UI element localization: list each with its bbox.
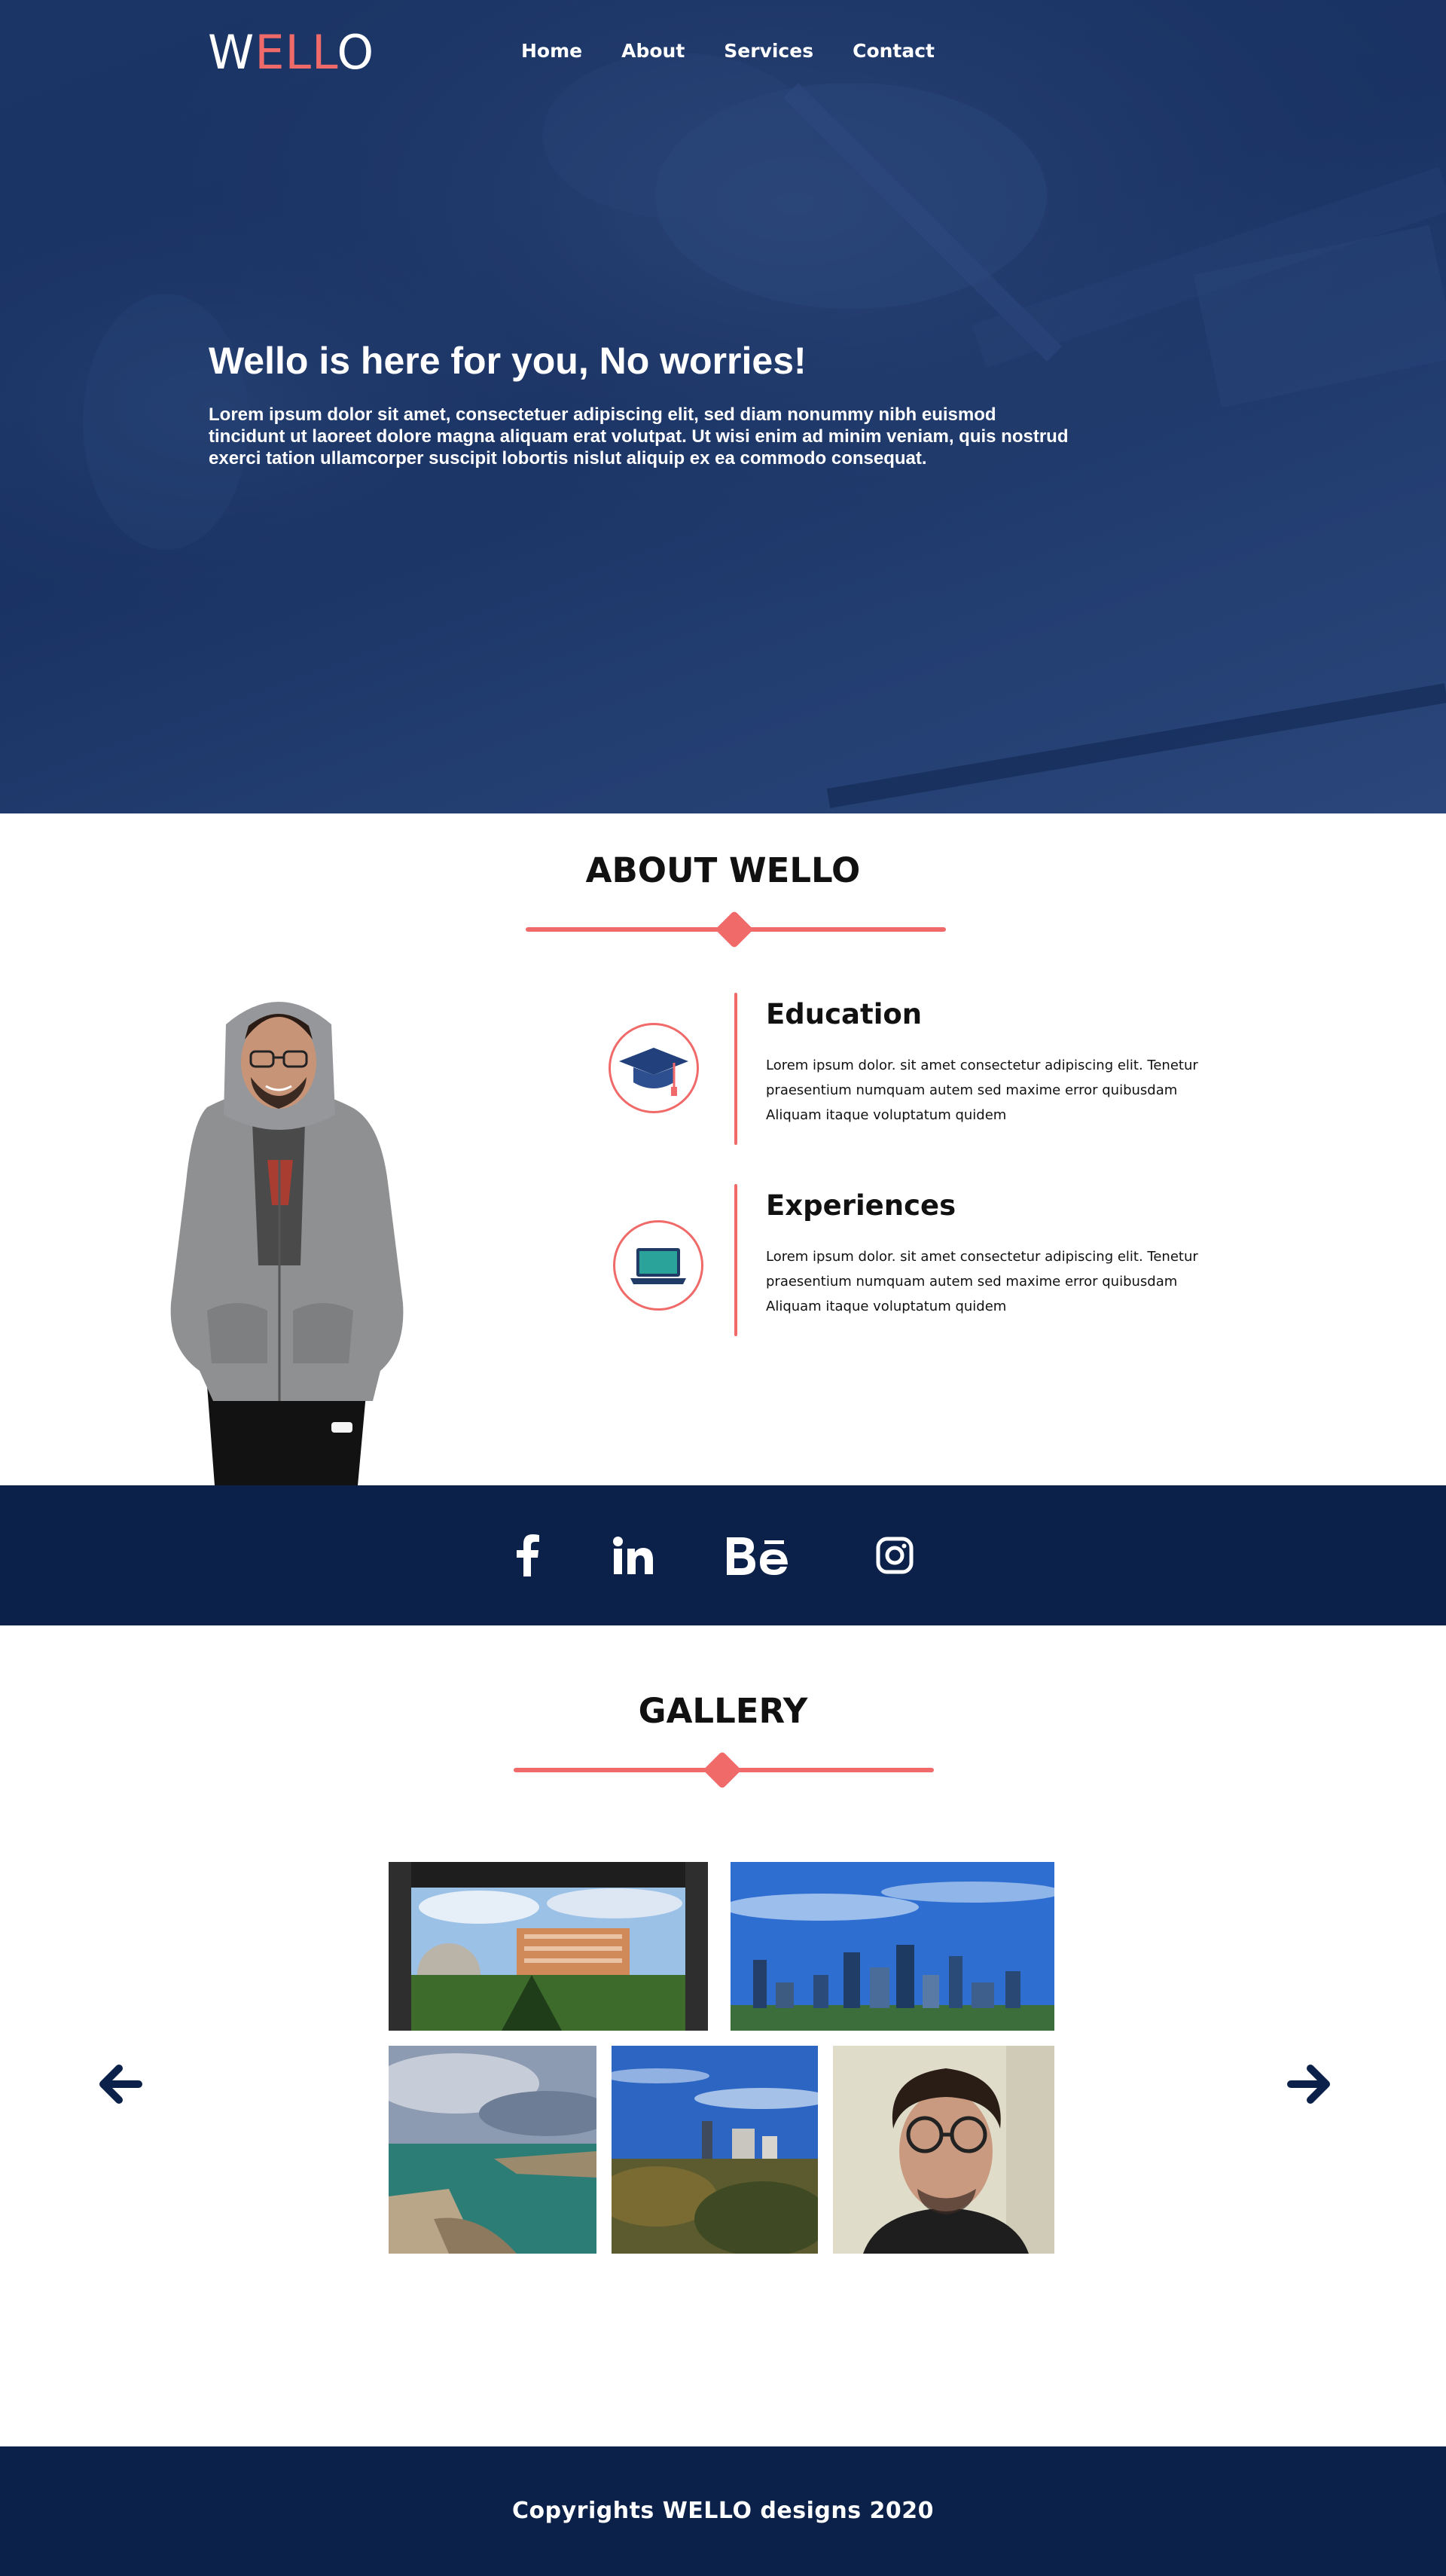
about-divider (526, 910, 946, 949)
linkedin-icon (613, 1537, 653, 1574)
education-text: Lorem ipsum dolor. sit amet consectetur … (766, 1058, 1198, 1123)
nav-link-about[interactable]: About (621, 38, 685, 65)
linkedin-link[interactable] (609, 1485, 657, 1625)
experiences-icon-circle (613, 1220, 703, 1311)
hero-section: WELLO Home About Services Contact Wello … (0, 0, 1446, 813)
logo-letters-ell: ELL (255, 25, 337, 80)
gallery-image-skyline[interactable] (731, 1862, 1054, 2031)
logo-letter-o: O (337, 25, 375, 80)
gallery-prev-button[interactable] (95, 2058, 148, 2111)
nav-link-services[interactable]: Services (724, 38, 813, 65)
nav-link-contact[interactable]: Contact (853, 38, 935, 65)
education-accent-bar (734, 993, 737, 1145)
person-photo (170, 1002, 404, 1485)
instagram-link[interactable] (874, 1485, 916, 1625)
divider-diamond (715, 910, 754, 949)
gallery-image-city-park[interactable] (612, 2046, 818, 2254)
gallery-image-campus[interactable] (389, 1862, 708, 2031)
gallery-divider (514, 1750, 934, 1790)
site-logo[interactable]: WELLO (208, 24, 374, 81)
social-bar (0, 1485, 1446, 1625)
footer-copyright: Copyrights WELLO designs 2020 (512, 2498, 934, 2524)
arrow-right-icon (1287, 2065, 1330, 2104)
about-item-education: Education Lorem ipsum dolor. sit amet co… (602, 991, 1356, 1149)
behance-link[interactable] (723, 1485, 791, 1625)
hero-description: Lorem ipsum dolor sit amet, consectetuer… (209, 404, 1069, 469)
hero-title: Wello is here for you, No worries! (209, 340, 807, 382)
main-navbar: WELLO Home About Services Contact (0, 0, 1446, 105)
gallery-image-coast[interactable] (389, 2046, 596, 2254)
arrow-left-icon (99, 2065, 142, 2104)
about-title: ABOUT WELLO (585, 850, 861, 890)
gallery-title: GALLERY (638, 1691, 808, 1731)
education-heading: Education (766, 998, 923, 1030)
laptop-icon (630, 1248, 686, 1284)
about-item-experiences: Experiences Lorem ipsum dolor. sit amet … (602, 1183, 1356, 1341)
facebook-icon (517, 1534, 539, 1576)
gallery-image-portrait[interactable] (833, 2046, 1054, 2254)
experiences-heading: Experiences (766, 1189, 956, 1222)
graduation-cap-icon (619, 1048, 688, 1096)
site-footer: Copyrights WELLO designs 2020 (0, 2446, 1446, 2576)
nav-links: Home About Services Contact (521, 38, 974, 65)
logo-letter-w: W (208, 25, 255, 80)
instagram-icon (876, 1537, 914, 1574)
behance-icon (727, 1537, 788, 1575)
gallery-next-button[interactable] (1282, 2058, 1335, 2111)
facebook-link[interactable] (505, 1485, 550, 1625)
experiences-text: Lorem ipsum dolor. sit amet consectetur … (766, 1249, 1198, 1314)
experiences-accent-bar (734, 1184, 737, 1336)
education-icon-circle (609, 1023, 699, 1113)
nav-link-home[interactable]: Home (521, 38, 582, 65)
divider-diamond (703, 1750, 742, 1790)
